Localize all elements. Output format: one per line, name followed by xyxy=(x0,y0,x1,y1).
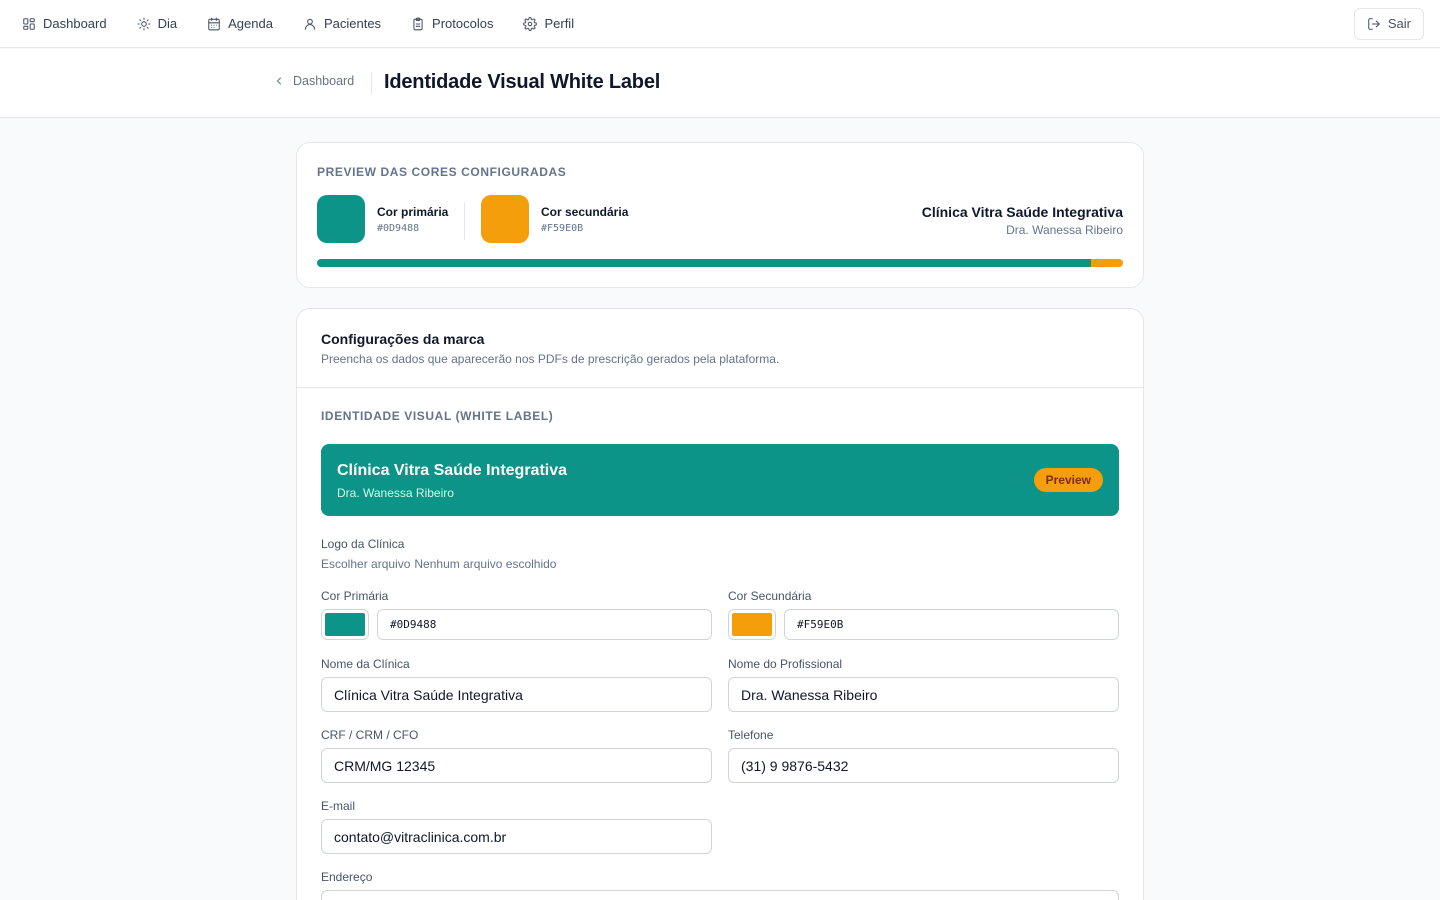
back-link[interactable]: Dashboard xyxy=(273,74,354,88)
top-navigation: Dashboard Dia Agenda Pacientes Protocolo… xyxy=(0,0,1440,48)
nav-item-label: Dia xyxy=(157,16,178,31)
secondary-color-preview: Cor secundária #F59E0B xyxy=(481,195,628,243)
preview-clinic-name: Clínica Vitra Saúde Integrativa xyxy=(921,204,1123,220)
primary-color-hex: #0D9488 xyxy=(377,222,420,234)
primary-color-input[interactable]: #0D9488 xyxy=(377,609,712,640)
divider xyxy=(464,202,465,240)
logout-icon xyxy=(1368,17,1380,30)
chevron-left-icon xyxy=(277,77,281,85)
preview-section-label: PREVIEW DAS CORES CONFIGURADAS xyxy=(317,165,567,179)
primary-color-label: Cor Primária xyxy=(321,589,389,603)
email-label: E-mail xyxy=(321,799,356,813)
primary-color-picker[interactable] xyxy=(321,609,369,640)
nav-items: Dashboard Dia Agenda Pacientes Protocolo… xyxy=(14,9,590,39)
clinic-name-label: Nome da Clínica xyxy=(321,657,410,671)
nav-item-label: Agenda xyxy=(228,16,273,31)
white-label-banner: Clínica Vitra Saúde Integrativa Dra. Wan… xyxy=(321,444,1119,516)
nav-item-label: Perfil xyxy=(544,16,575,31)
brand-settings-title: Configurações da marca xyxy=(321,331,485,347)
brand-settings-header: Configurações da marca Preencha os dados… xyxy=(297,309,1143,388)
sun-icon xyxy=(137,17,150,30)
logout-label: Sair xyxy=(1387,16,1411,31)
email-input[interactable]: contato@vitraclinica.com.br xyxy=(321,819,712,854)
registry-label: CRF / CRM / CFO xyxy=(321,728,419,742)
phone-input[interactable]: (31) 9 9876-5432 xyxy=(728,748,1119,783)
file-status: Nenhum arquivo escolhido xyxy=(414,557,557,571)
divider xyxy=(371,72,372,94)
address-input[interactable] xyxy=(321,890,1119,900)
secondary-color-label: Cor Secundária xyxy=(728,589,812,603)
nav-item-perfil[interactable]: Perfil xyxy=(515,9,582,39)
registry-input[interactable]: CRM/MG 12345 xyxy=(321,748,712,783)
banner-professional-name: Dra. Wanessa Ribeiro xyxy=(337,486,454,500)
nav-item-label: Dashboard xyxy=(43,16,107,31)
preview-professional-name: Dra. Wanessa Ribeiro xyxy=(1006,223,1123,237)
nav-item-label: Pacientes xyxy=(323,16,382,31)
brand-settings-card: Configurações da marca Preencha os dados… xyxy=(296,308,1144,900)
phone-label: Telefone xyxy=(728,728,774,742)
white-label-section-label: IDENTIDADE VISUAL (WHITE LABEL) xyxy=(321,409,554,423)
preview-badge: Preview xyxy=(1033,468,1103,492)
logout-button[interactable]: Sair xyxy=(1353,7,1424,40)
secondary-color-name: Cor secundária xyxy=(541,204,629,219)
secondary-color-picker[interactable] xyxy=(728,609,776,640)
professional-name-label: Nome do Profissional xyxy=(728,657,843,671)
page-title: Identidade Visual White Label xyxy=(384,71,661,93)
grid-icon xyxy=(23,17,35,30)
back-label: Dashboard xyxy=(293,74,355,88)
nav-item-label: Protocolos xyxy=(432,16,494,31)
address-label: Endereço xyxy=(321,870,373,884)
color-bar-primary xyxy=(317,259,1091,267)
calendar-icon xyxy=(208,17,220,30)
primary-swatch xyxy=(317,195,365,243)
logo-file-input: Escolher arquivo Nenhum arquivo escolhid… xyxy=(321,557,556,571)
banner-clinic-name: Clínica Vitra Saúde Integrativa xyxy=(337,462,568,479)
color-bar xyxy=(317,259,1123,267)
choose-file-button[interactable]: Escolher arquivo xyxy=(321,557,410,571)
clipboard-icon xyxy=(413,17,423,30)
brand-settings-subtitle: Preencha os dados que aparecerão nos PDF… xyxy=(321,352,780,366)
primary-color-preview: Cor primária #0D9488 xyxy=(317,195,448,243)
secondary-color-hex: #F59E0B xyxy=(541,222,584,234)
nav-item-dashboard[interactable]: Dashboard xyxy=(14,9,115,39)
user-icon xyxy=(304,18,316,30)
nav-item-agenda[interactable]: Agenda xyxy=(199,9,281,39)
secondary-color-picker-swatch xyxy=(732,613,772,636)
preview-clinic-info: Clínica Vitra Saúde Integrativa Dra. Wan… xyxy=(922,204,1123,237)
secondary-swatch xyxy=(481,195,529,243)
professional-name-input[interactable]: Dra. Wanessa Ribeiro xyxy=(728,677,1119,712)
nav-item-pacientes[interactable]: Pacientes xyxy=(295,9,389,39)
logo-label: Logo da Clínica xyxy=(321,537,405,551)
color-bar-secondary xyxy=(1090,259,1123,267)
gear-icon xyxy=(523,16,538,31)
nav-item-dia[interactable]: Dia xyxy=(129,9,186,39)
page-header: Dashboard Identidade Visual White Label xyxy=(0,49,1440,118)
secondary-color-input[interactable]: #F59E0B xyxy=(784,609,1119,640)
clinic-name-input[interactable]: Clínica Vitra Saúde Integrativa xyxy=(321,677,712,712)
color-preview-card: PREVIEW DAS CORES CONFIGURADAS Cor primá… xyxy=(296,142,1144,288)
primary-color-picker-swatch xyxy=(325,613,365,636)
nav-item-protocolos[interactable]: Protocolos xyxy=(403,9,501,39)
primary-color-name: Cor primária xyxy=(377,204,449,219)
